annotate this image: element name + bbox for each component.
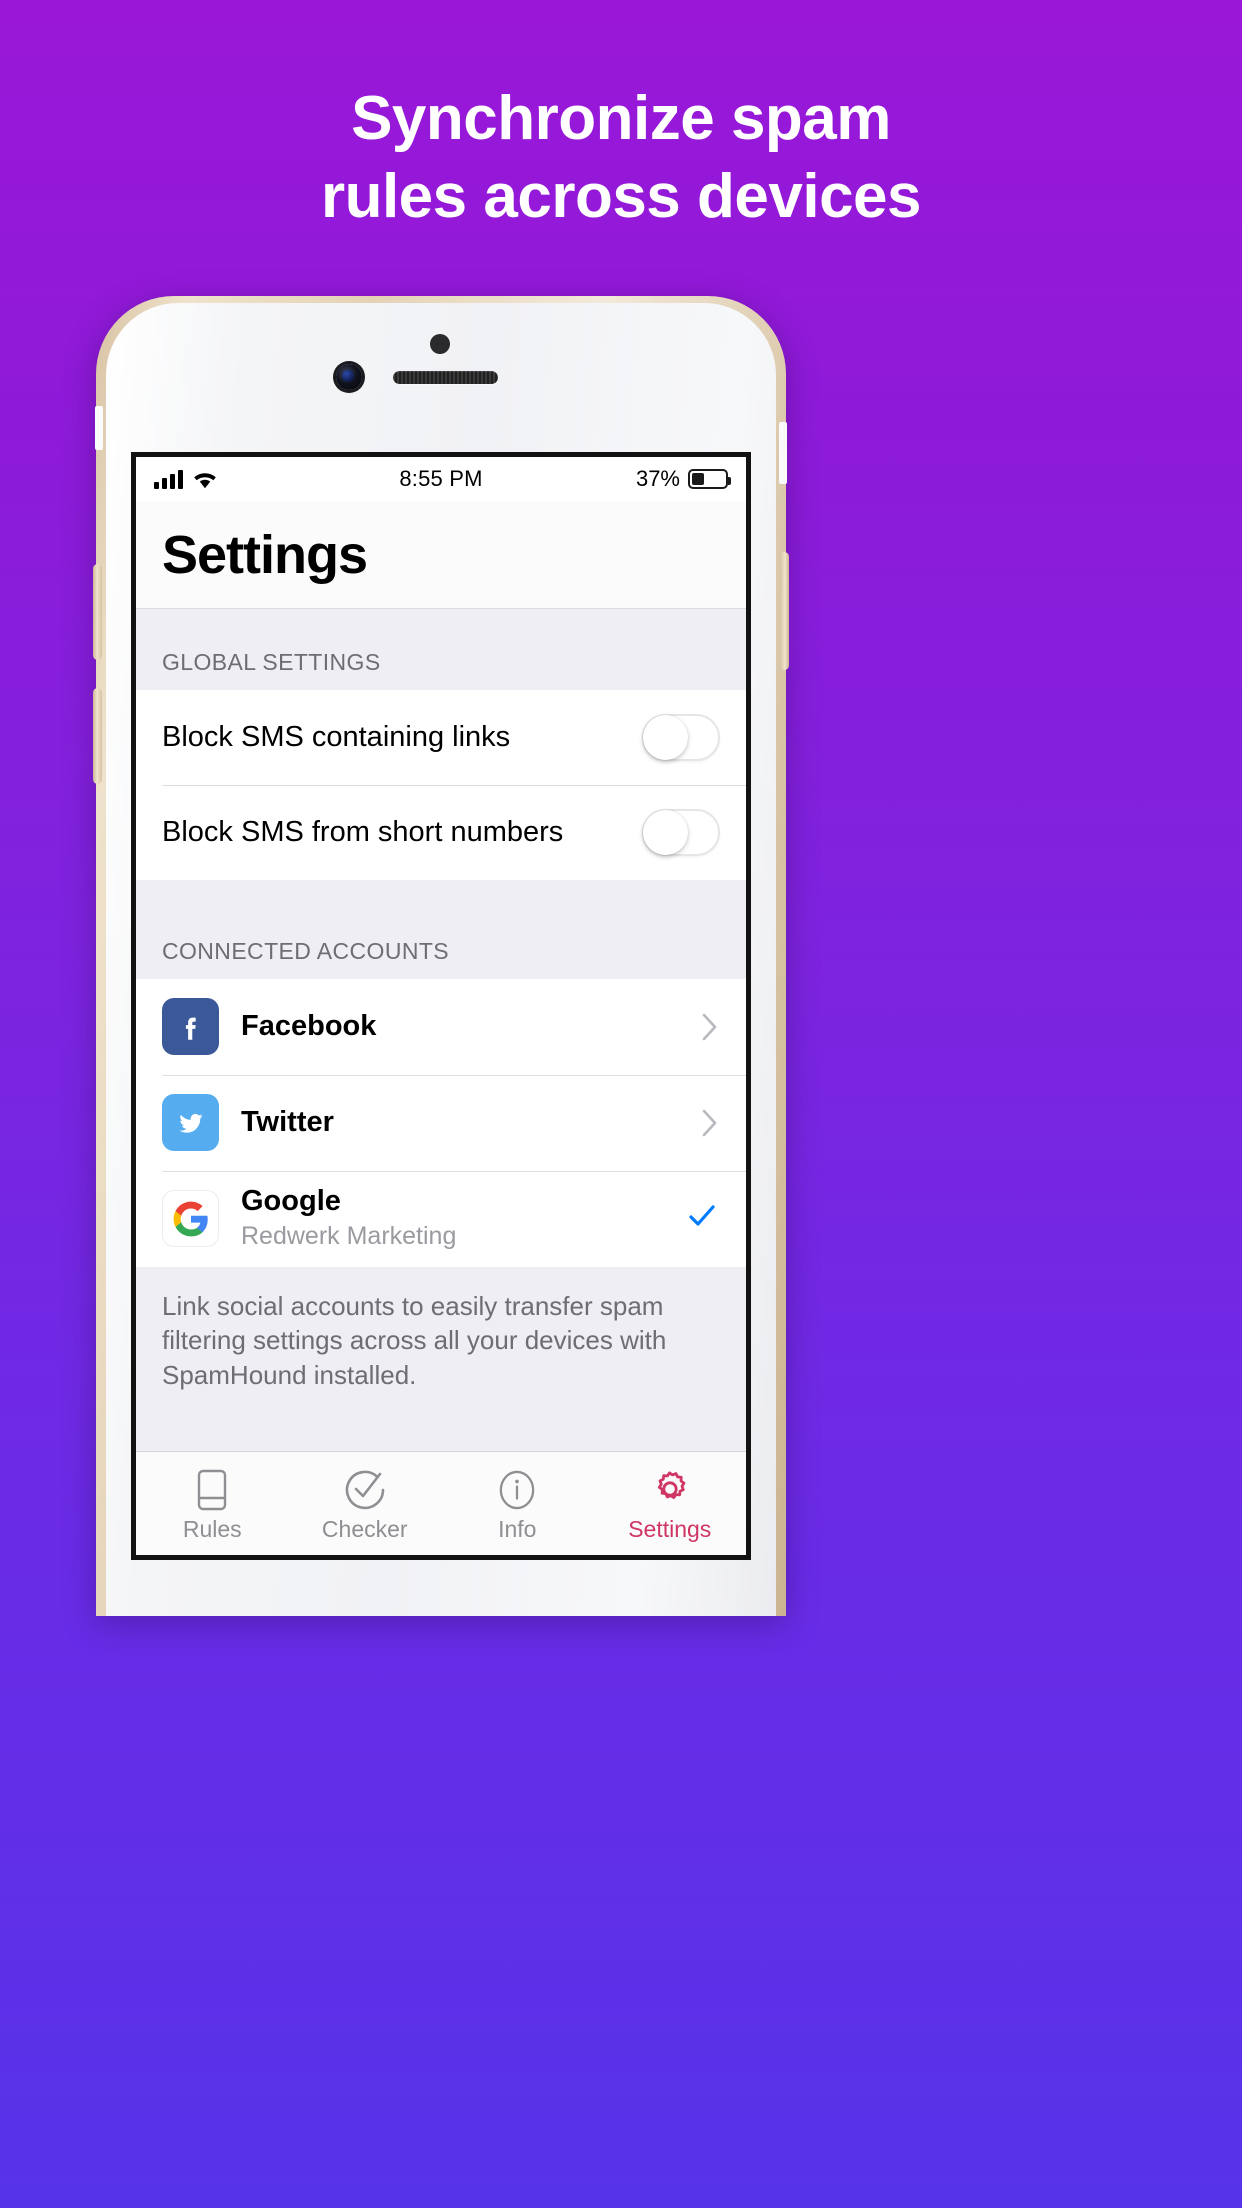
tab-settings[interactable]: Settings — [594, 1452, 747, 1555]
phone-screen: 8:55 PM 37% Settings GLOBAL SETTINGS Blo… — [131, 452, 751, 1560]
account-subtitle: Redwerk Marketing — [241, 1222, 457, 1251]
volume-down-button[interactable] — [93, 688, 102, 784]
mute-switch-notch — [95, 406, 103, 450]
tab-info[interactable]: Info — [441, 1452, 594, 1555]
checker-icon — [344, 1467, 386, 1513]
section-header-spam-calls-blocking-app: SPAM CALLS BLOCKING APP — [136, 1412, 746, 1451]
headline-line-2: rules across devices — [320, 161, 922, 231]
row-label: Block SMS containing links — [162, 720, 511, 753]
row-block-sms-short-numbers[interactable]: Block SMS from short numbers — [136, 784, 746, 880]
tab-label: Info — [498, 1515, 537, 1542]
chevron-right-icon — [702, 1109, 718, 1137]
section-header-global-settings: GLOBAL SETTINGS — [136, 608, 746, 690]
tab-label: Settings — [628, 1515, 712, 1542]
tab-checker[interactable]: Checker — [289, 1452, 442, 1555]
facebook-icon — [162, 998, 219, 1056]
volume-up-button[interactable] — [93, 564, 102, 660]
toggle-block-sms-short-numbers[interactable] — [642, 808, 720, 856]
account-name: Facebook — [241, 1010, 377, 1043]
checkmark-icon — [688, 1204, 716, 1233]
twitter-icon — [162, 1094, 219, 1152]
account-name: Twitter — [241, 1106, 334, 1139]
headline-line-1: Synchronize spam — [351, 84, 891, 153]
account-row-google[interactable]: Google Redwerk Marketing — [136, 1170, 746, 1267]
row-block-sms-links[interactable]: Block SMS containing links — [136, 689, 746, 785]
wifi-icon — [192, 470, 218, 489]
account-row-facebook[interactable]: Facebook — [136, 978, 746, 1075]
page-title: Settings — [162, 525, 368, 585]
ambient-light-sensor-icon — [430, 334, 450, 354]
settings-scroll-area[interactable]: GLOBAL SETTINGS Block SMS containing lin… — [136, 608, 746, 1451]
info-icon — [498, 1467, 536, 1513]
tab-bar: Rules Checker Info Settings — [136, 1451, 746, 1555]
tab-label: Checker — [321, 1515, 408, 1542]
front-camera-icon — [336, 364, 362, 390]
cellular-bars-icon — [154, 469, 183, 489]
tab-label: Rules — [182, 1515, 242, 1542]
battery-icon — [688, 469, 731, 489]
account-name: Google — [241, 1184, 341, 1217]
power-button[interactable] — [780, 552, 789, 670]
rules-icon — [197, 1467, 227, 1513]
promo-headline: Synchronize spam rules across devices — [0, 80, 1242, 235]
account-row-twitter[interactable]: Twitter — [136, 1074, 746, 1171]
chevron-right-icon — [702, 1013, 718, 1041]
google-icon — [162, 1190, 219, 1248]
power-button-notch — [779, 422, 787, 484]
earpiece-speaker-icon — [393, 371, 498, 384]
tab-rules[interactable]: Rules — [136, 1452, 289, 1555]
battery-percent-label: 37% — [635, 466, 680, 491]
toggle-block-sms-links[interactable] — [642, 713, 720, 761]
navigation-bar: Settings — [136, 501, 746, 609]
row-label: Block SMS from short numbers — [162, 815, 564, 848]
gear-icon — [648, 1467, 692, 1513]
connected-accounts-footnote: Link social accounts to easily transfer … — [136, 1266, 746, 1413]
section-header-connected-accounts: CONNECTED ACCOUNTS — [136, 879, 746, 979]
status-bar: 8:55 PM 37% — [136, 457, 746, 501]
